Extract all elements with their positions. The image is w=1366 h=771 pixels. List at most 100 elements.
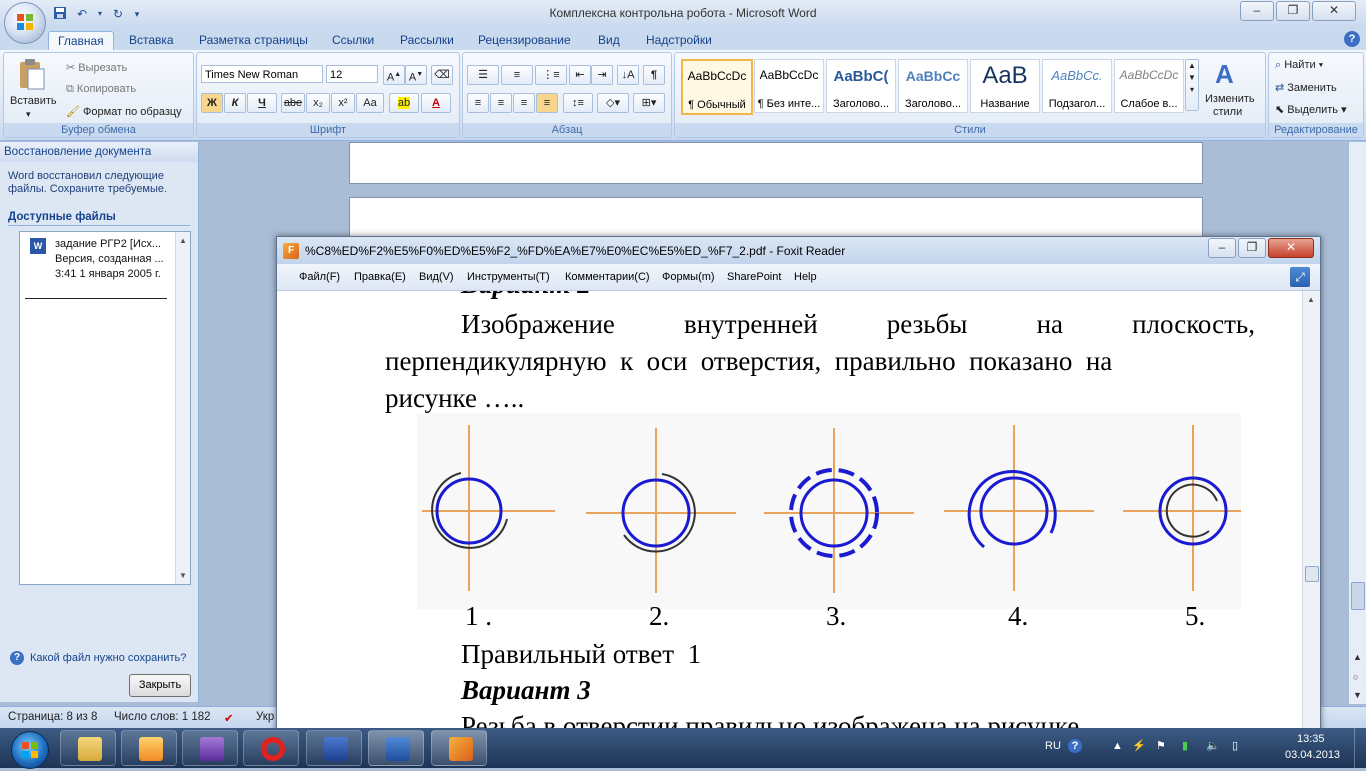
tab-addins[interactable]: Надстройки — [637, 31, 721, 50]
taskbar-foxit[interactable] — [431, 730, 487, 766]
show-desktop-button[interactable] — [1354, 728, 1366, 768]
scroll-up-icon[interactable]: ▲ — [1307, 295, 1315, 304]
foxit-minimize-button[interactable]: – — [1208, 238, 1236, 258]
menu-forms[interactable]: Формы(m) — [662, 271, 715, 283]
action-center-flag-icon[interactable]: ⚑ — [1156, 739, 1166, 752]
menu-comments[interactable]: Комментарии(C) — [565, 271, 650, 283]
fullscreen-icon[interactable]: ⤢ — [1290, 267, 1310, 287]
start-button[interactable] — [2, 729, 56, 769]
borders-icon[interactable]: ⊞▾ — [633, 93, 665, 113]
scroll-down-icon[interactable]: ▼ — [176, 571, 190, 580]
align-right-icon[interactable]: ≡ — [513, 93, 535, 113]
show-marks-icon[interactable]: ¶ — [643, 65, 665, 85]
show-hidden-icons-icon[interactable]: ▲ — [1112, 740, 1123, 752]
change-case-button[interactable]: Aa — [356, 93, 384, 113]
foxit-close-button[interactable]: ✕ — [1268, 238, 1314, 258]
cut-button[interactable]: ✂ Вырезать — [66, 61, 127, 74]
scroll-thumb[interactable] — [1351, 582, 1365, 610]
foxit-maximize-button[interactable]: ❐ — [1238, 238, 1266, 258]
styles-scroll-icon[interactable]: ▲ ▼ ▾ — [1185, 59, 1199, 111]
menu-file[interactable]: Файл(F) — [299, 271, 340, 283]
proofing-icon[interactable]: ✔ — [224, 711, 234, 725]
file-list-scrollbar[interactable]: ▲ ▼ — [175, 232, 190, 584]
scroll-thumb[interactable] — [1305, 566, 1319, 582]
menu-view[interactable]: Вид(V) — [419, 271, 454, 283]
taskbar-media-player[interactable] — [121, 730, 177, 766]
network-icon[interactable]: ⚡ — [1132, 739, 1146, 752]
close-pane-button[interactable]: Закрыть — [129, 674, 191, 697]
find-button[interactable]: ⌕ Найти ▾ — [1275, 59, 1323, 72]
tab-review[interactable]: Рецензирование — [469, 31, 580, 50]
justify-icon[interactable]: ≡ — [536, 93, 558, 113]
language-indicator[interactable]: Укр — [256, 711, 274, 723]
style-no-spacing[interactable]: AaBbCcDc ¶ Без инте... — [754, 59, 824, 113]
menu-tools[interactable]: Инструменты(T) — [467, 271, 550, 283]
taskbar-opera[interactable] — [243, 730, 299, 766]
shrink-font-icon[interactable]: A▼ — [405, 65, 427, 85]
tab-home[interactable]: Главная — [48, 31, 114, 51]
increase-indent-icon[interactable]: ⇥ — [591, 65, 613, 85]
italic-button[interactable]: К — [224, 93, 246, 113]
volume-icon[interactable]: 🔈 — [1206, 739, 1220, 752]
menu-edit[interactable]: Правка(E) — [354, 271, 406, 283]
style-normal[interactable]: AaBbCcDc ¶ Обычный — [681, 59, 753, 115]
format-painter-button[interactable]: 🖌 Формат по образцу — [66, 105, 182, 118]
select-button[interactable]: ⬉ Выделить ▾ — [1275, 103, 1347, 116]
tab-page-layout[interactable]: Разметка страницы — [190, 31, 317, 50]
signal-icon[interactable]: ▮ — [1182, 739, 1188, 752]
clock-time[interactable]: 13:35 — [1297, 733, 1325, 745]
subscript-button[interactable]: x₂ — [306, 93, 330, 113]
menu-sharepoint[interactable]: SharePoint — [727, 271, 781, 283]
sort-icon[interactable]: ↓A — [617, 65, 639, 85]
paste-button[interactable]: Вставить — [10, 95, 57, 107]
change-styles-button[interactable]: Изменить — [1205, 93, 1255, 105]
menu-help[interactable]: Help — [794, 271, 817, 283]
underline-button[interactable]: Ч — [247, 93, 277, 113]
replace-button[interactable]: ⇄ Заменить — [1275, 81, 1337, 94]
next-page-icon[interactable]: ▼ — [1353, 690, 1362, 700]
style-title[interactable]: AaB Название — [970, 59, 1040, 113]
tab-mailings[interactable]: Рассылки — [391, 31, 463, 50]
numbering-icon[interactable]: ≡ — [501, 65, 533, 85]
bold-button[interactable]: Ж — [201, 93, 223, 113]
browse-object-icon[interactable]: ○ — [1353, 672, 1358, 682]
line-spacing-icon[interactable]: ↕≡ — [563, 93, 593, 113]
which-file-link[interactable]: Какой файл нужно сохранить? — [30, 652, 186, 664]
copy-button[interactable]: ⧉ Копировать — [66, 83, 136, 96]
change-styles-icon[interactable]: A — [1215, 59, 1234, 90]
taskbar-explorer[interactable] — [60, 730, 116, 766]
taskbar-visual-studio[interactable] — [182, 730, 238, 766]
shading-icon[interactable]: ◇▾ — [597, 93, 629, 113]
grow-font-icon[interactable]: A▲ — [383, 65, 405, 85]
font-color-icon[interactable]: A — [421, 93, 451, 113]
font-family-select[interactable]: Times New Roman — [201, 65, 323, 83]
paste-dropdown-icon[interactable]: ▾ — [26, 109, 31, 120]
font-size-select[interactable]: 12 — [326, 65, 378, 83]
align-center-icon[interactable]: ≡ — [490, 93, 512, 113]
style-subtitle[interactable]: AaBbCc. Подзагол... — [1042, 59, 1112, 113]
recovered-file-name[interactable]: задание РГР2 [Исх... — [55, 238, 161, 250]
taskbar-word[interactable] — [368, 730, 424, 766]
maximize-button[interactable]: ❐ — [1276, 1, 1310, 21]
close-button[interactable]: ✕ — [1312, 1, 1356, 21]
scroll-up-icon[interactable]: ▲ — [176, 236, 190, 245]
input-language[interactable]: RU — [1045, 740, 1061, 752]
prev-page-icon[interactable]: ▲ — [1353, 652, 1362, 662]
help-icon[interactable]: ? — [1344, 31, 1360, 47]
multilevel-list-icon[interactable]: ⋮≡ — [535, 65, 567, 85]
decrease-indent-icon[interactable]: ⇤ — [569, 65, 591, 85]
minimize-button[interactable]: – — [1240, 1, 1274, 21]
tab-references[interactable]: Ссылки — [323, 31, 383, 50]
clock-date[interactable]: 03.04.2013 — [1285, 749, 1340, 761]
word-vertical-scrollbar[interactable]: ▲ ○ ▼ — [1349, 142, 1366, 704]
tab-insert[interactable]: Вставка — [120, 31, 183, 50]
office-button[interactable] — [4, 2, 46, 44]
taskbar-save-app[interactable] — [306, 730, 362, 766]
highlight-icon[interactable]: ab — [389, 93, 419, 113]
battery-icon[interactable]: ▯ — [1232, 739, 1238, 752]
paste-icon[interactable] — [14, 57, 48, 91]
lang-help-icon[interactable]: ? — [1068, 739, 1082, 753]
tab-view[interactable]: Вид — [589, 31, 629, 50]
align-left-icon[interactable]: ≡ — [467, 93, 489, 113]
style-heading-1[interactable]: AaBbC( Заголово... — [826, 59, 896, 113]
